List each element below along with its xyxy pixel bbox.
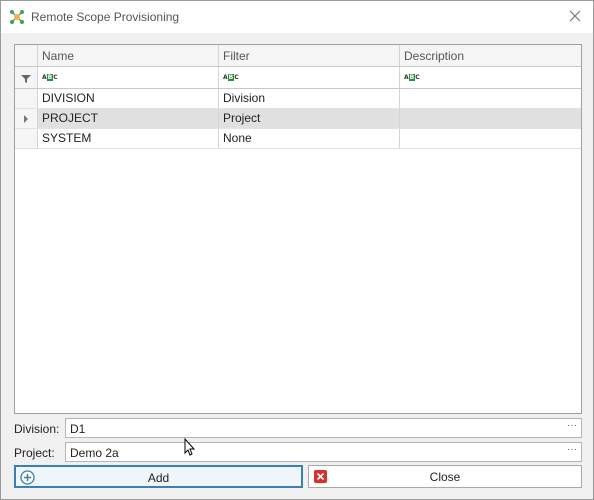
row-indicator	[15, 129, 38, 148]
abc-text-filter-icon: ABC	[42, 74, 58, 81]
column-header-description[interactable]: Description	[400, 45, 581, 66]
cell-description[interactable]	[400, 109, 581, 128]
table-row[interactable]: DIVISION Division	[15, 89, 581, 109]
window-title: Remote Scope Provisioning	[31, 10, 180, 24]
dialog-window: Remote Scope Provisioning Name Filter De…	[0, 0, 594, 500]
filter-cell-description[interactable]: ABC	[400, 67, 581, 88]
cell-name[interactable]: PROJECT	[38, 109, 219, 128]
table-row[interactable]: SYSTEM None	[15, 129, 581, 149]
abc-text-filter-icon: ABC	[223, 74, 239, 81]
add-button[interactable]: Add	[14, 465, 303, 488]
network-node-icon	[9, 9, 25, 25]
title-bar: Remote Scope Provisioning	[1, 1, 593, 33]
project-label: Project:	[14, 446, 55, 460]
dialog-body: Name Filter Description ABC ABC ABC DIVI…	[1, 33, 593, 499]
filter-indicator-cell	[15, 67, 38, 88]
filter-cell-filter[interactable]: ABC	[219, 67, 400, 88]
close-button[interactable]: Close	[308, 465, 582, 488]
division-value: D1	[70, 422, 86, 436]
row-indicator	[15, 89, 38, 108]
column-header-name[interactable]: Name	[38, 45, 219, 66]
auto-filter-row: ABC ABC ABC	[15, 67, 581, 89]
cell-name[interactable]: DIVISION	[38, 89, 219, 108]
project-browse-button[interactable]: ···	[565, 445, 579, 459]
add-button-label: Add	[147, 471, 170, 485]
funnel-icon	[21, 73, 31, 87]
cell-description[interactable]	[400, 89, 581, 108]
division-browse-button[interactable]: ···	[565, 421, 579, 435]
close-icon[interactable]	[567, 8, 583, 24]
table-row[interactable]: PROJECT Project	[15, 109, 581, 129]
current-row-arrow-icon	[24, 115, 28, 123]
project-field[interactable]: Demo 2a ···	[65, 442, 582, 462]
column-header-filter[interactable]: Filter	[219, 45, 400, 66]
header-indicator-cell	[15, 45, 38, 66]
cell-description[interactable]	[400, 129, 581, 148]
row-indicator	[15, 109, 38, 128]
filter-cell-name[interactable]: ABC	[38, 67, 219, 88]
scope-grid[interactable]: Name Filter Description ABC ABC ABC DIVI…	[14, 44, 582, 414]
close-button-label: Close	[429, 470, 461, 484]
project-value: Demo 2a	[70, 446, 119, 460]
division-field[interactable]: D1 ···	[65, 418, 582, 438]
division-label: Division:	[14, 422, 60, 436]
abc-text-filter-icon: ABC	[404, 74, 420, 81]
cell-name[interactable]: SYSTEM	[38, 129, 219, 148]
cell-filter[interactable]: None	[219, 129, 400, 148]
cell-filter[interactable]: Project	[219, 109, 400, 128]
cell-filter[interactable]: Division	[219, 89, 400, 108]
grid-header-row: Name Filter Description	[15, 45, 581, 67]
